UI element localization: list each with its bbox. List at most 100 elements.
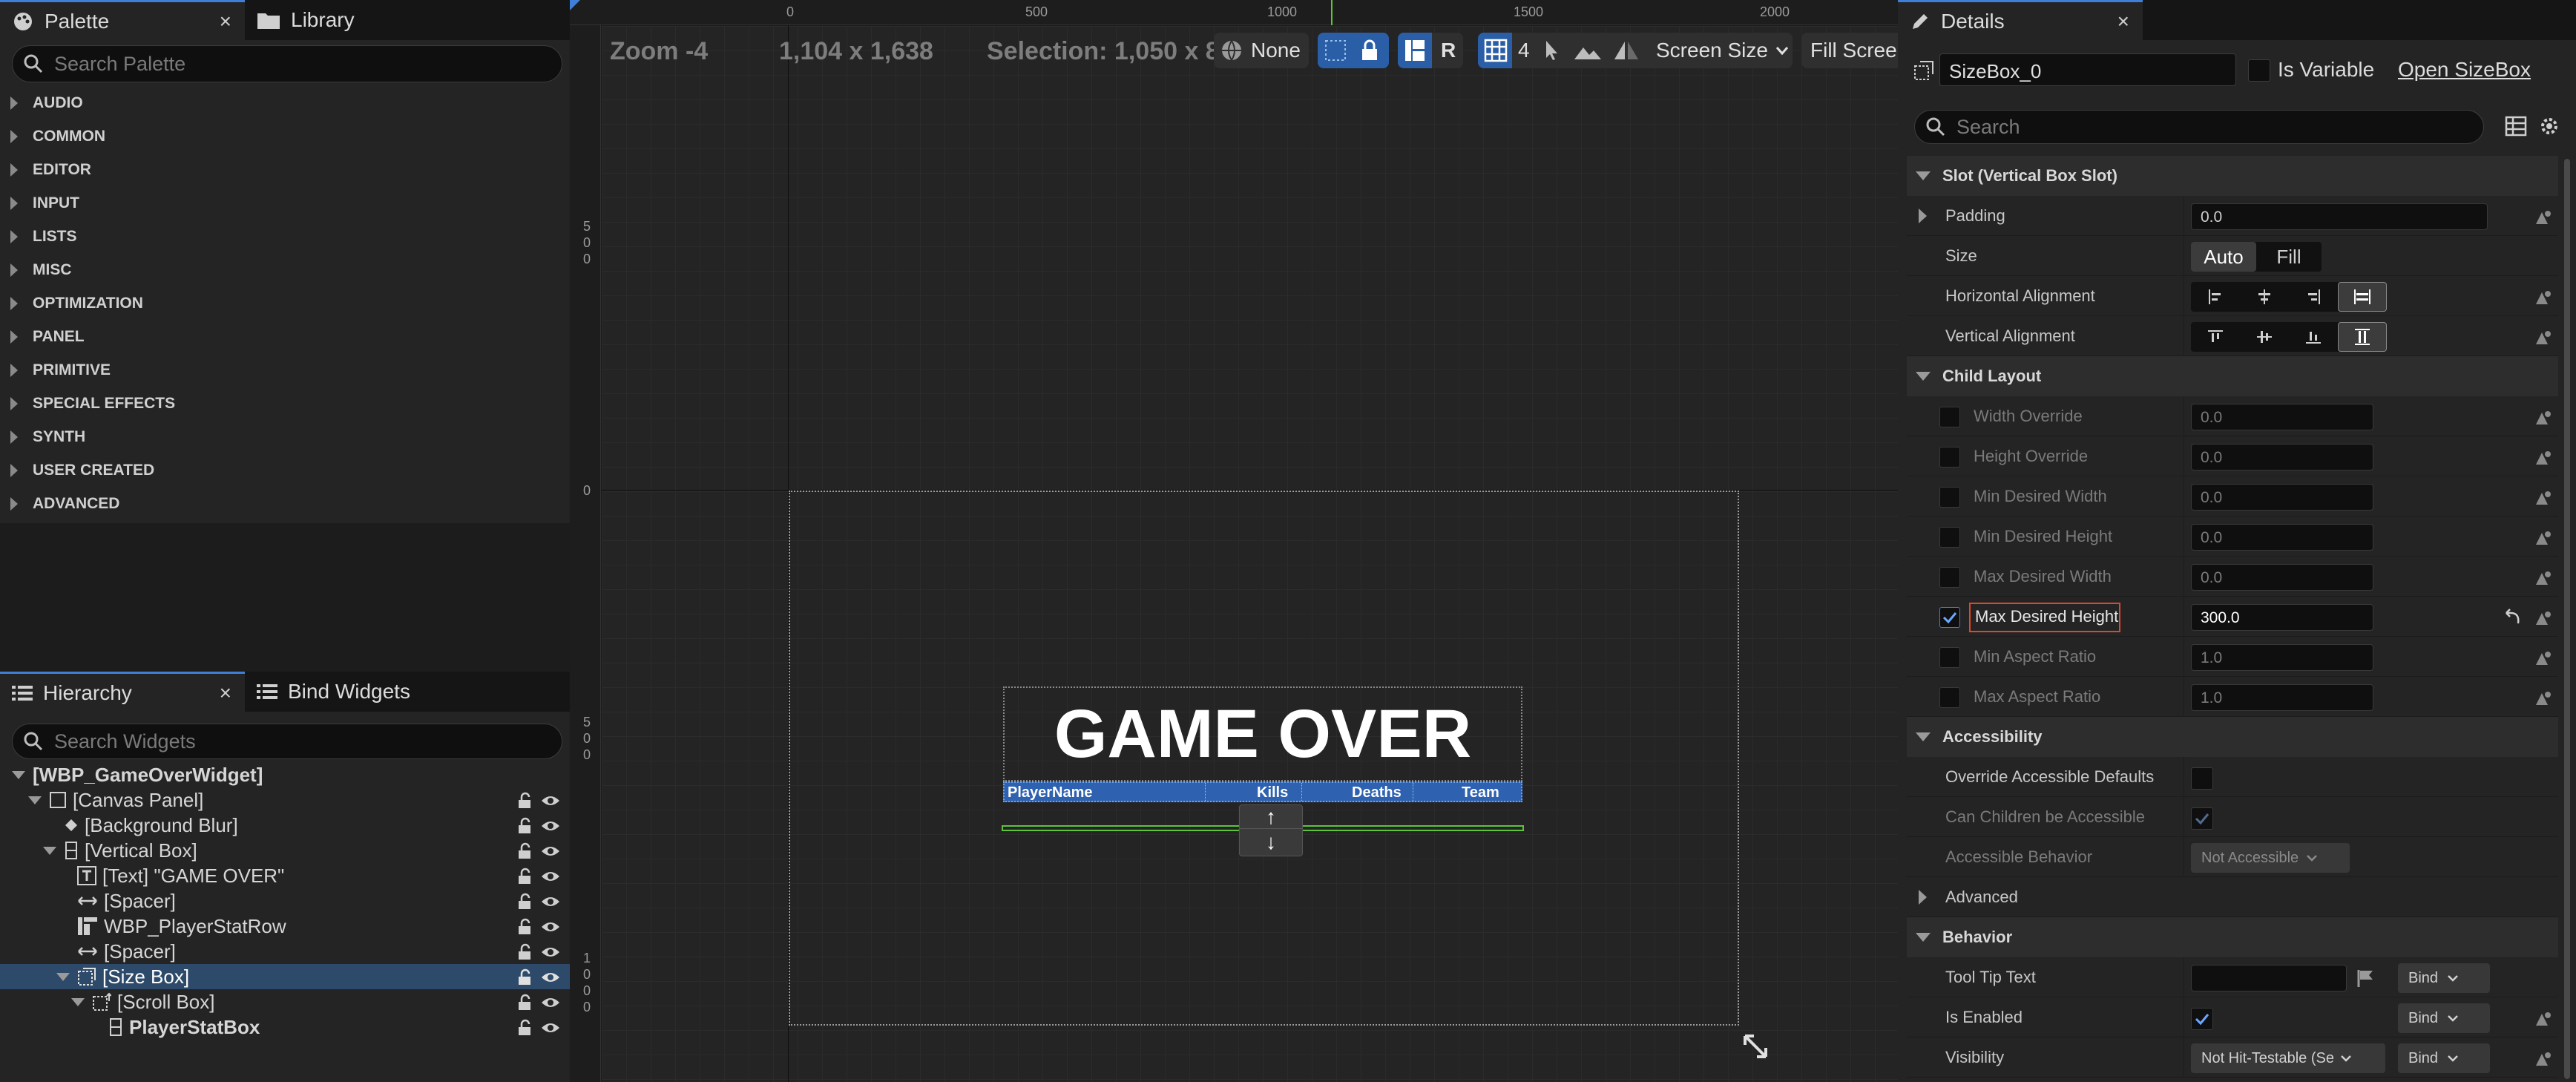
- palette-category-panel[interactable]: PANEL: [0, 320, 570, 353]
- keyframe-icon[interactable]: [2531, 609, 2552, 629]
- max-aspect-ratio-checkbox[interactable]: [1939, 687, 1960, 708]
- max-desired-height-checkbox[interactable]: [1939, 607, 1960, 628]
- min-desired-width-input[interactable]: 0.0: [2191, 484, 2373, 511]
- lock-icon[interactable]: [516, 893, 534, 911]
- tab-palette[interactable]: Palette ×: [0, 0, 245, 40]
- collapse-arrow-icon[interactable]: [28, 796, 42, 804]
- is-variable-checkbox[interactable]: [2248, 59, 2270, 82]
- vertical-resize-handle[interactable]: ↑ ↓: [1239, 804, 1303, 856]
- override-accessible-checkbox[interactable]: [2191, 767, 2213, 790]
- keyframe-icon[interactable]: [2531, 328, 2552, 349]
- game-over-text[interactable]: GAME OVER: [1003, 686, 1522, 781]
- mirror-icon[interactable]: [1611, 39, 1641, 62]
- keyframe-icon[interactable]: [2531, 689, 2552, 709]
- children-accessible-checkbox[interactable]: [2191, 807, 2213, 830]
- lock-icon[interactable]: [516, 994, 534, 1011]
- layout-toggle[interactable]: [1398, 33, 1432, 68]
- palette-category-synth[interactable]: SYNTH: [0, 420, 570, 453]
- keyframe-icon[interactable]: [2531, 488, 2552, 509]
- max-desired-height-input[interactable]: 300.0: [2191, 604, 2373, 631]
- visibility-dropdown[interactable]: Not Hit-Testable (Se: [2191, 1043, 2385, 1073]
- h-align-control[interactable]: [2191, 282, 2387, 312]
- eye-icon[interactable]: [540, 893, 561, 911]
- r-toggle-label[interactable]: R: [1441, 39, 1456, 62]
- is-enabled-checkbox[interactable]: [2191, 1008, 2213, 1030]
- close-icon[interactable]: ×: [220, 681, 231, 705]
- lock-icon[interactable]: [1358, 39, 1381, 62]
- width-override-input[interactable]: 0.0: [2191, 404, 2373, 430]
- collapse-arrow-icon[interactable]: [71, 997, 85, 1006]
- align-left-icon[interactable]: [2191, 282, 2240, 312]
- reset-to-default-icon[interactable]: [2502, 609, 2523, 628]
- eye-icon[interactable]: [540, 968, 561, 986]
- lock-icon[interactable]: [516, 943, 534, 961]
- snap-toggles[interactable]: [1318, 33, 1389, 68]
- palette-category-primitive[interactable]: PRIMITIVE: [0, 353, 570, 387]
- lock-icon[interactable]: [516, 918, 534, 936]
- keyframe-icon[interactable]: [2531, 528, 2552, 549]
- lock-icon[interactable]: [516, 792, 534, 810]
- max-aspect-ratio-input[interactable]: 1.0: [2191, 684, 2373, 711]
- close-icon[interactable]: ×: [2117, 10, 2129, 33]
- size-segmented-control[interactable]: Auto Fill: [2191, 242, 2322, 272]
- localization-preview-button[interactable]: None: [1214, 33, 1309, 68]
- align-top-icon[interactable]: [2191, 322, 2240, 352]
- hierarchy-search-input[interactable]: Search Widgets: [12, 724, 562, 759]
- v-align-control[interactable]: [2191, 322, 2387, 352]
- palette-category-audio[interactable]: AUDIO: [0, 86, 570, 119]
- align-fill-vertical-icon[interactable]: [2338, 322, 2387, 352]
- expand-arrow-icon[interactable]: [1919, 209, 1927, 223]
- fill-screen-dropdown[interactable]: Fill Screen: [1801, 33, 1898, 68]
- min-aspect-ratio-checkbox[interactable]: [1939, 647, 1960, 668]
- max-desired-width-input[interactable]: 0.0: [2191, 564, 2373, 591]
- lock-icon[interactable]: [516, 817, 534, 835]
- eye-icon[interactable]: [540, 792, 561, 810]
- accessible-behavior-dropdown[interactable]: Not Accessible: [2191, 843, 2350, 873]
- height-override-input[interactable]: 0.0: [2191, 444, 2373, 470]
- eye-icon[interactable]: [540, 1019, 561, 1037]
- min-desired-height-input[interactable]: 0.0: [2191, 524, 2373, 551]
- align-bottom-icon[interactable]: [2289, 322, 2338, 352]
- lock-icon[interactable]: [516, 1019, 534, 1037]
- tree-item-player-stat-box[interactable]: PlayerStatBox: [0, 1014, 570, 1040]
- section-behavior[interactable]: Behavior: [1907, 917, 2558, 957]
- eye-icon[interactable]: [540, 994, 561, 1011]
- height-override-checkbox[interactable]: [1939, 447, 1960, 468]
- padding-input[interactable]: 0.0: [2191, 203, 2488, 230]
- min-aspect-ratio-input[interactable]: 1.0: [2191, 644, 2373, 671]
- palette-category-user-created[interactable]: USER CREATED: [0, 453, 570, 487]
- align-right-icon[interactable]: [2289, 282, 2338, 312]
- eye-icon[interactable]: [540, 918, 561, 936]
- player-stat-row[interactable]: PlayerName Kills Deaths Team: [1003, 781, 1522, 802]
- align-middle-icon[interactable]: [2240, 322, 2289, 352]
- designer-viewport[interactable]: 0 500 1000 1500 2000 500 0 500 1000 Zoom…: [570, 0, 1898, 1082]
- tooltip-bind-dropdown[interactable]: Bind: [2398, 963, 2490, 993]
- flag-icon[interactable]: [2355, 968, 2376, 988]
- section-child-layout[interactable]: Child Layout: [1907, 356, 2558, 396]
- keyframe-icon[interactable]: [2531, 1049, 2552, 1070]
- palette-category-optimization[interactable]: OPTIMIZATION: [0, 286, 570, 320]
- details-search-input[interactable]: Search: [1914, 110, 2484, 144]
- eye-icon[interactable]: [540, 817, 561, 835]
- arrow-up-icon[interactable]: ↑: [1240, 805, 1302, 829]
- min-desired-width-checkbox[interactable]: [1939, 487, 1960, 508]
- table-view-icon[interactable]: [2505, 116, 2527, 137]
- keyframe-icon[interactable]: [2531, 568, 2552, 589]
- palette-category-input[interactable]: INPUT: [0, 186, 570, 220]
- visibility-bind-dropdown[interactable]: Bind: [2398, 1043, 2490, 1073]
- palette-category-lists[interactable]: LISTS: [0, 220, 570, 253]
- palette-category-editor[interactable]: EDITOR: [0, 153, 570, 186]
- tab-details[interactable]: Details ×: [1898, 0, 2143, 40]
- image-icon[interactable]: [1573, 39, 1603, 62]
- min-desired-height-checkbox[interactable]: [1939, 527, 1960, 548]
- open-size-box-link[interactable]: Open SizeBox: [2398, 58, 2531, 82]
- tab-hierarchy[interactable]: Hierarchy ×: [0, 672, 245, 712]
- tree-item-background-blur[interactable]: [Background Blur]: [0, 813, 570, 838]
- collapse-arrow-icon[interactable]: [56, 972, 70, 981]
- width-override-checkbox[interactable]: [1939, 407, 1960, 427]
- keyframe-icon[interactable]: [2531, 408, 2552, 429]
- row-advanced[interactable]: Advanced: [1907, 877, 2558, 917]
- keyframe-icon[interactable]: [2531, 288, 2552, 309]
- cursor-icon[interactable]: [1540, 39, 1563, 62]
- tooltip-text-input[interactable]: [2191, 965, 2347, 991]
